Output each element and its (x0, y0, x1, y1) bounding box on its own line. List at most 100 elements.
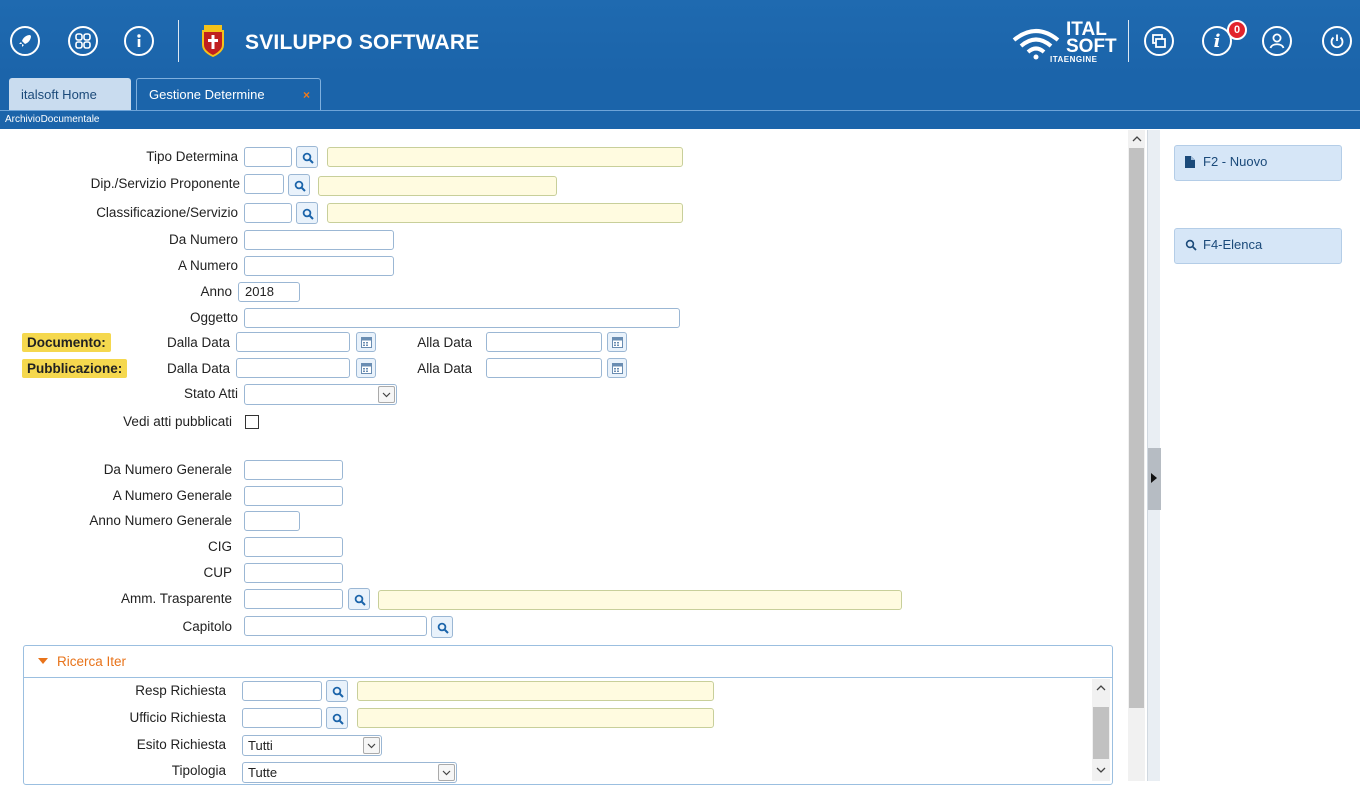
resp-richiesta-label: Resp Richiesta (135, 683, 226, 698)
info-menu-icon[interactable] (124, 26, 154, 56)
pubblicazione-alla-data-input[interactable] (486, 358, 602, 378)
esito-richiesta-value: Tutti (248, 738, 273, 753)
search-icon (302, 152, 314, 164)
search-icon (1185, 239, 1197, 251)
iter-scrollbar-thumb[interactable] (1093, 707, 1109, 759)
ricerca-iter-title: Ricerca Iter (57, 654, 127, 669)
chevron-down-icon (438, 764, 455, 781)
classificazione-label: Classificazione/Servizio (96, 205, 238, 220)
capitolo-input[interactable] (244, 616, 427, 636)
resp-richiesta-search-button[interactable] (326, 680, 348, 702)
ufficio-richiesta-code-input[interactable] (242, 708, 322, 728)
amm-trasparente-code-input[interactable] (244, 589, 343, 609)
documento-alla-data-label: Alla Data (417, 335, 472, 350)
logo-line-2: SOFT (1066, 36, 1117, 57)
breadcrumb-label: ArchivioDocumentale (5, 114, 100, 125)
splitter-handle[interactable] (1148, 448, 1161, 510)
dip-servizio-description-field (318, 176, 557, 196)
anno-label: Anno (200, 284, 232, 299)
nuovo-button[interactable]: F2 - Nuovo (1174, 145, 1342, 181)
capitolo-search-button[interactable] (431, 616, 453, 638)
amm-trasparente-search-button[interactable] (348, 588, 370, 610)
a-numero-generale-label: A Numero Generale (112, 488, 232, 503)
panel-splitter[interactable] (1147, 130, 1161, 781)
calendar-icon (612, 363, 623, 374)
anno-numero-generale-input[interactable] (244, 511, 300, 531)
cig-input[interactable] (244, 537, 343, 557)
search-icon (332, 686, 344, 698)
anno-numero-generale-label: Anno Numero Generale (89, 513, 232, 528)
pubblicazione-dalla-data-input[interactable] (236, 358, 350, 378)
stato-atti-label: Stato Atti (183, 386, 238, 401)
scroll-up-icon[interactable] (1096, 685, 1106, 691)
calendar-icon (612, 337, 623, 348)
a-numero-input[interactable] (244, 256, 394, 276)
documento-dalla-data-calendar-button[interactable] (356, 332, 376, 352)
italsoft-logo: ITAL SOFT ITAENGINE (1010, 20, 1117, 64)
da-numero-generale-label: Da Numero Generale (103, 462, 232, 477)
da-numero-generale-input[interactable] (244, 460, 343, 480)
classificazione-description-field (327, 203, 683, 223)
resp-richiesta-description-field (357, 681, 714, 701)
top-bar: SVILUPPO SOFTWARE ITAL SOFT ITAENGINE i … (0, 0, 1360, 76)
oggetto-label: Oggetto (189, 310, 238, 325)
search-icon (354, 594, 366, 606)
ricerca-iter-header[interactable]: Ricerca Iter (24, 646, 1112, 678)
apps-grid-icon[interactable] (68, 26, 98, 56)
elenca-button[interactable]: F4-Elenca (1174, 228, 1342, 264)
tipo-determina-search-button[interactable] (296, 146, 318, 168)
main-scrollbar[interactable] (1128, 130, 1145, 781)
resp-richiesta-code-input[interactable] (242, 681, 322, 701)
documento-alla-data-input[interactable] (486, 332, 602, 352)
caret-right-icon (1151, 473, 1157, 483)
stato-atti-select[interactable] (244, 384, 397, 405)
municipal-crest-logo (200, 25, 226, 58)
classificazione-search-button[interactable] (296, 202, 318, 224)
pubblicazione-section-label: Pubblicazione: (22, 359, 128, 378)
nuovo-button-label: F2 - Nuovo (1203, 154, 1268, 169)
anno-input[interactable]: 2018 (238, 282, 300, 302)
vedi-atti-checkbox[interactable] (245, 415, 259, 429)
tipo-determina-description-field (327, 147, 683, 167)
documento-alla-data-calendar-button[interactable] (607, 332, 627, 352)
classificazione-code-input[interactable] (244, 203, 292, 223)
tipo-determina-label: Tipo Determina (146, 149, 238, 164)
search-icon (332, 713, 344, 725)
tab-italsoft-home[interactable]: italsoft Home (9, 78, 131, 110)
dip-servizio-search-button[interactable] (288, 174, 310, 196)
user-icon[interactable] (1262, 26, 1292, 56)
tab-gestione-determine[interactable]: Gestione Determine × (136, 78, 321, 110)
windows-icon[interactable] (1144, 26, 1174, 56)
header-divider-right (1128, 20, 1129, 62)
documento-dalla-data-input[interactable] (236, 332, 350, 352)
a-numero-label: A Numero (177, 258, 238, 273)
scroll-down-icon[interactable] (1096, 767, 1106, 773)
esito-richiesta-select[interactable]: Tutti (242, 735, 382, 756)
da-numero-input[interactable] (244, 230, 394, 250)
da-numero-label: Da Numero (168, 232, 238, 247)
power-icon[interactable] (1322, 26, 1352, 56)
app-title: SVILUPPO SOFTWARE (245, 31, 480, 54)
cup-input[interactable] (244, 563, 343, 583)
tipo-determina-code-input[interactable] (244, 147, 292, 167)
calendar-icon (361, 337, 372, 348)
rocket-icon[interactable] (10, 26, 40, 56)
main-scrollbar-thumb[interactable] (1129, 148, 1144, 708)
tab-label: Gestione Determine (149, 87, 265, 102)
scroll-up-icon[interactable] (1132, 136, 1142, 142)
dip-servizio-code-input[interactable] (244, 174, 284, 194)
tipologia-label: Tipologia (171, 763, 226, 778)
collapse-caret-icon (38, 658, 48, 664)
pubblicazione-dalla-data-calendar-button[interactable] (356, 358, 376, 378)
pubblicazione-dalla-data-label: Dalla Data (166, 361, 230, 376)
capitolo-label: Capitolo (182, 619, 232, 634)
oggetto-input[interactable] (244, 308, 680, 328)
ufficio-richiesta-search-button[interactable] (326, 707, 348, 729)
pubblicazione-alla-data-calendar-button[interactable] (607, 358, 627, 378)
close-icon[interactable]: × (303, 88, 310, 102)
documento-section-label: Documento: (22, 333, 111, 352)
tipologia-select[interactable]: Tutte (242, 762, 457, 783)
a-numero-generale-input[interactable] (244, 486, 343, 506)
pubblicazione-alla-data-label: Alla Data (417, 361, 472, 376)
iter-scrollbar[interactable] (1092, 679, 1110, 781)
